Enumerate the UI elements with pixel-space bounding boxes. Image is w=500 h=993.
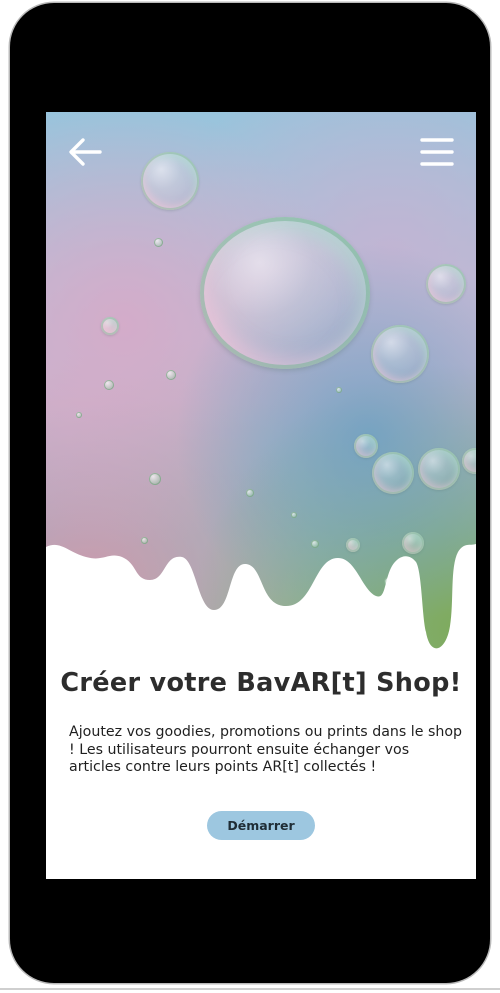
page-title: Créer votre BavAR[t] Shop! xyxy=(60,668,462,698)
divider-line xyxy=(0,988,500,990)
hamburger-menu-icon xyxy=(420,138,454,166)
phone-frame: Créer votre BavAR[t] Shop! Ajoutez vos g… xyxy=(10,3,490,983)
start-button[interactable]: Démarrer xyxy=(207,811,315,840)
menu-button[interactable] xyxy=(417,133,457,173)
arrow-left-icon xyxy=(69,138,102,166)
app-screen: Créer votre BavAR[t] Shop! Ajoutez vos g… xyxy=(46,112,476,879)
back-button[interactable] xyxy=(66,133,106,173)
page-description: Ajoutez vos goodies, promotions ou print… xyxy=(69,724,463,775)
